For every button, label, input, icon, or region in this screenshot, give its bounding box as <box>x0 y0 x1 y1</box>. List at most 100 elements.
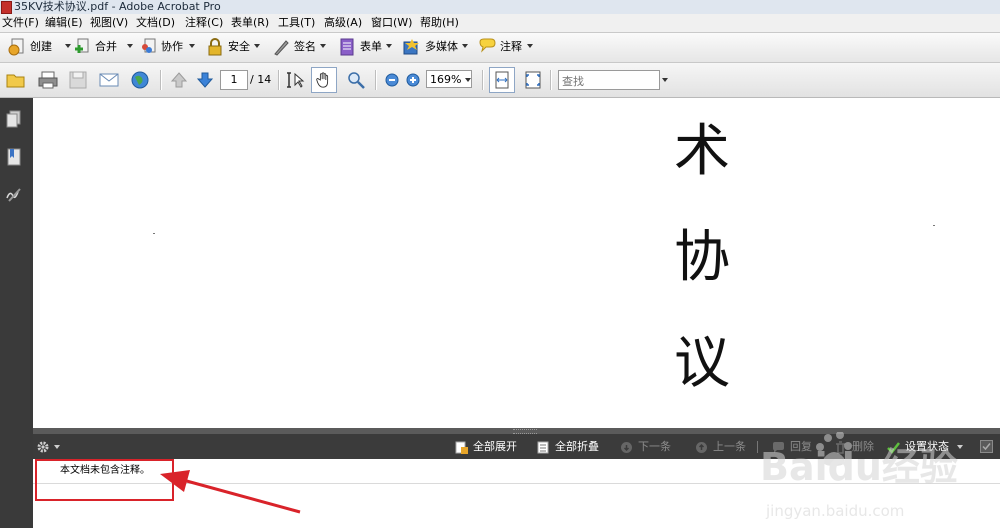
select-text-cursor-icon[interactable] <box>285 70 305 90</box>
chevron-down-icon <box>189 44 195 48</box>
chevron-down-icon <box>65 44 71 48</box>
speck <box>933 225 935 226</box>
toolbar-separator <box>160 70 162 90</box>
menu-document[interactable]: 文档(D) <box>136 14 175 32</box>
reply-button[interactable]: 回复 <box>772 434 812 459</box>
chevron-down-icon <box>254 44 260 48</box>
combine-button[interactable]: 合并 <box>73 36 133 58</box>
forms-button[interactable]: 表单 <box>338 36 394 58</box>
task-toolbar: 创建 合并 协作 安全 签名 表单 多媒体 注释 <box>0 33 1000 63</box>
multimedia-button[interactable]: 多媒体 <box>403 36 471 58</box>
expand-all-button[interactable]: 全部展开 <box>455 434 517 459</box>
menu-help[interactable]: 帮助(H) <box>420 14 459 32</box>
combine-files-icon <box>75 38 89 53</box>
expand-all-icon <box>455 441 468 454</box>
hand-icon <box>316 72 329 88</box>
document-char: 术 <box>674 119 730 184</box>
sign-button[interactable]: 签名 <box>272 36 330 58</box>
collaborate-icon <box>142 38 156 53</box>
page-number-input[interactable]: 1 <box>220 70 248 90</box>
document-char: 协 <box>674 225 730 290</box>
next-arrow-icon <box>621 441 632 453</box>
gear-icon <box>37 441 49 453</box>
menu-file[interactable]: 文件(F) <box>2 14 39 32</box>
navigation-pane <box>0 98 33 528</box>
chevron-down-icon <box>527 44 533 48</box>
hand-tool-button[interactable] <box>311 67 337 93</box>
chevron-down-icon <box>386 44 392 48</box>
zoom-in-icon[interactable] <box>403 70 423 90</box>
navigation-toolbar: 1 / 14 169% <box>0 63 1000 98</box>
document-char: 议 <box>674 331 730 396</box>
toolbar-separator <box>482 70 484 90</box>
toolbar-separator <box>757 441 758 453</box>
toolbar-separator <box>375 70 377 90</box>
toolbar-separator <box>550 70 552 90</box>
delete-button[interactable]: 删除 <box>834 434 874 459</box>
form-icon <box>340 38 354 56</box>
collapse-all-button[interactable]: 全部折叠 <box>537 434 599 459</box>
fit-page-icon[interactable] <box>523 70 543 90</box>
create-button[interactable]: 创建 <box>8 36 71 58</box>
delete-icon <box>836 440 845 454</box>
search-field[interactable] <box>558 70 662 90</box>
document-view[interactable]: 术 协 议 <box>33 98 1000 428</box>
window-title: 35KV技术协议.pdf - Adobe Acrobat Pro <box>14 0 221 13</box>
lock-icon <box>208 38 222 56</box>
multimedia-icon <box>403 39 419 55</box>
checkbox-icon[interactable] <box>980 440 993 453</box>
fit-width-button[interactable] <box>489 67 515 93</box>
page-total-label: / 14 <box>250 73 272 86</box>
bookmarks-panel-icon[interactable] <box>6 148 22 166</box>
speck <box>153 233 155 234</box>
collapse-all-icon <box>537 441 549 453</box>
pen-icon <box>274 40 289 56</box>
previous-comment-button[interactable]: 上一条 <box>695 434 746 459</box>
menu-advanced[interactable]: 高级(A) <box>324 14 362 32</box>
previous-arrow-icon <box>696 441 707 453</box>
comments-list-panel: 本文档未包含注释。 <box>33 459 1000 528</box>
save-icon[interactable] <box>68 70 88 90</box>
chevron-down-icon[interactable] <box>465 78 471 82</box>
zoom-out-icon[interactable] <box>382 70 402 90</box>
create-pdf-icon <box>8 38 24 56</box>
web-globe-icon[interactable] <box>130 70 150 90</box>
chevron-down-icon <box>127 44 133 48</box>
menu-tools[interactable]: 工具(T) <box>278 14 315 32</box>
comments-toolbar: 全部展开 全部折叠 下一条 上一条 回复 删除 设置状态 <box>33 434 1000 459</box>
fit-width-icon <box>495 71 509 89</box>
chevron-down-icon <box>462 44 468 48</box>
menu-window[interactable]: 窗口(W) <box>371 14 412 32</box>
annotation-highlight-box <box>35 459 174 501</box>
comment-button[interactable]: 注释 <box>478 36 536 58</box>
chevron-down-icon <box>53 445 60 449</box>
next-comment-button[interactable]: 下一条 <box>620 434 671 459</box>
menu-comments[interactable]: 注释(C) <box>185 14 223 32</box>
reply-bubble-icon <box>773 441 784 453</box>
chevron-down-icon[interactable] <box>662 78 668 82</box>
chevron-down-icon <box>956 445 963 449</box>
divider-line <box>33 483 1000 484</box>
print-icon[interactable] <box>38 70 58 90</box>
signatures-panel-icon[interactable] <box>6 186 22 204</box>
secure-button[interactable]: 安全 <box>206 36 264 58</box>
options-menu-button[interactable] <box>36 434 60 459</box>
comment-bubble-icon <box>479 38 496 53</box>
menu-edit[interactable]: 编辑(E) <box>45 14 83 32</box>
pages-panel-icon[interactable] <box>6 110 22 128</box>
previous-page-icon[interactable] <box>169 70 189 90</box>
set-status-button[interactable]: 设置状态 <box>887 434 963 459</box>
open-folder-icon[interactable] <box>6 70 26 90</box>
zoom-marquee-icon[interactable] <box>346 70 366 90</box>
menu-bar: 文件(F) 编辑(E) 视图(V) 文档(D) 注释(C) 表单(R) 工具(T… <box>0 14 1000 33</box>
chevron-down-icon <box>320 44 326 48</box>
next-page-icon[interactable] <box>195 70 215 90</box>
toolbar-separator <box>278 70 280 90</box>
pdf-app-icon <box>1 1 12 14</box>
menu-forms[interactable]: 表单(R) <box>231 14 269 32</box>
menu-view[interactable]: 视图(V) <box>90 14 128 32</box>
checkmark-status-icon <box>887 441 900 454</box>
collaborate-button[interactable]: 协作 <box>139 36 197 58</box>
email-icon[interactable] <box>99 70 119 90</box>
search-input[interactable] <box>560 72 662 90</box>
